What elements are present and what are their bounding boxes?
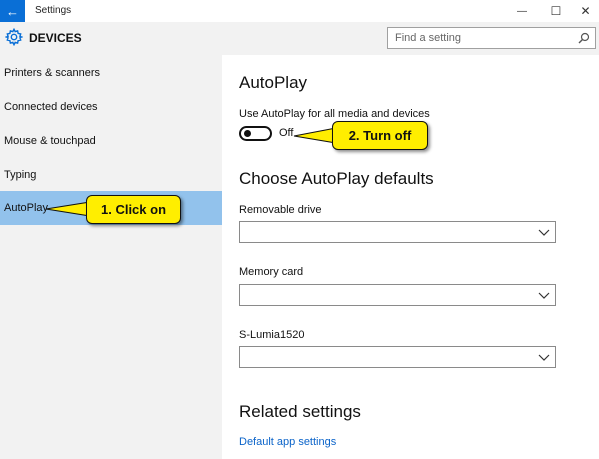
search-input[interactable] — [395, 31, 575, 45]
sidebar-item-typing[interactable]: Typing — [0, 158, 222, 192]
sidebar-item-label: Printers & scanners — [4, 67, 100, 79]
dropdown-label-removable-drive: Removable drive — [239, 204, 322, 216]
chevron-down-icon — [538, 354, 550, 361]
settings-header: DEVICES — [0, 22, 599, 55]
gear-icon — [5, 28, 23, 46]
close-button[interactable]: ✕ — [572, 0, 599, 22]
chevron-down-icon — [538, 292, 550, 299]
section-title-autoplay: AutoPlay — [239, 73, 308, 92]
section-title-defaults: Choose AutoPlay defaults — [239, 169, 434, 188]
window-title: Settings — [35, 5, 72, 16]
toggle-label: Use AutoPlay for all media and devices — [239, 108, 430, 120]
search-icon[interactable] — [578, 32, 590, 44]
dropdown-label-lumia: S-Lumia1520 — [239, 329, 305, 341]
sidebar-item-label: Mouse & touchpad — [4, 135, 96, 147]
back-arrow-icon: ← — [6, 3, 19, 19]
title-bar: ← Settings — ☐ ✕ — [0, 0, 599, 22]
maximize-button[interactable]: ☐ — [539, 0, 573, 22]
lumia-dropdown[interactable] — [239, 346, 556, 368]
close-icon: ✕ — [580, 4, 591, 18]
sidebar-item-label: Typing — [4, 169, 37, 181]
main-content: AutoPlay Use AutoPlay for all media and … — [222, 55, 599, 459]
sidebar-item-mouse[interactable]: Mouse & touchpad — [0, 124, 222, 158]
callout-turn-off: 2. Turn off — [332, 121, 428, 150]
search-box[interactable] — [387, 27, 596, 49]
sidebar: Printers & scanners Connected devices Mo… — [0, 55, 222, 459]
dropdown-label-memory-card: Memory card — [239, 266, 304, 278]
removable-drive-dropdown[interactable] — [239, 221, 556, 243]
callout-text: 1. Click on — [100, 202, 167, 217]
page-title: DEVICES — [29, 31, 82, 45]
toggle-knob — [244, 130, 251, 137]
maximize-icon: ☐ — [550, 4, 562, 18]
back-button[interactable]: ← — [0, 0, 25, 22]
callout-click-on: 1. Click on — [86, 195, 181, 224]
section-title-related: Related settings — [239, 402, 361, 421]
sidebar-item-connected-devices[interactable]: Connected devices — [0, 90, 222, 124]
callout-text: 2. Turn off — [348, 128, 412, 143]
callout-pointer-1 — [45, 201, 91, 217]
default-app-settings-link[interactable]: Default app settings — [239, 436, 336, 448]
sidebar-item-label: AutoPlay — [4, 202, 49, 214]
minimize-icon: — — [517, 5, 527, 17]
chevron-down-icon — [538, 229, 550, 236]
sidebar-item-printers[interactable]: Printers & scanners — [0, 56, 222, 90]
minimize-button[interactable]: — — [505, 0, 539, 22]
sidebar-item-label: Connected devices — [4, 101, 98, 113]
autoplay-toggle[interactable] — [239, 126, 272, 141]
memory-card-dropdown[interactable] — [239, 284, 556, 306]
